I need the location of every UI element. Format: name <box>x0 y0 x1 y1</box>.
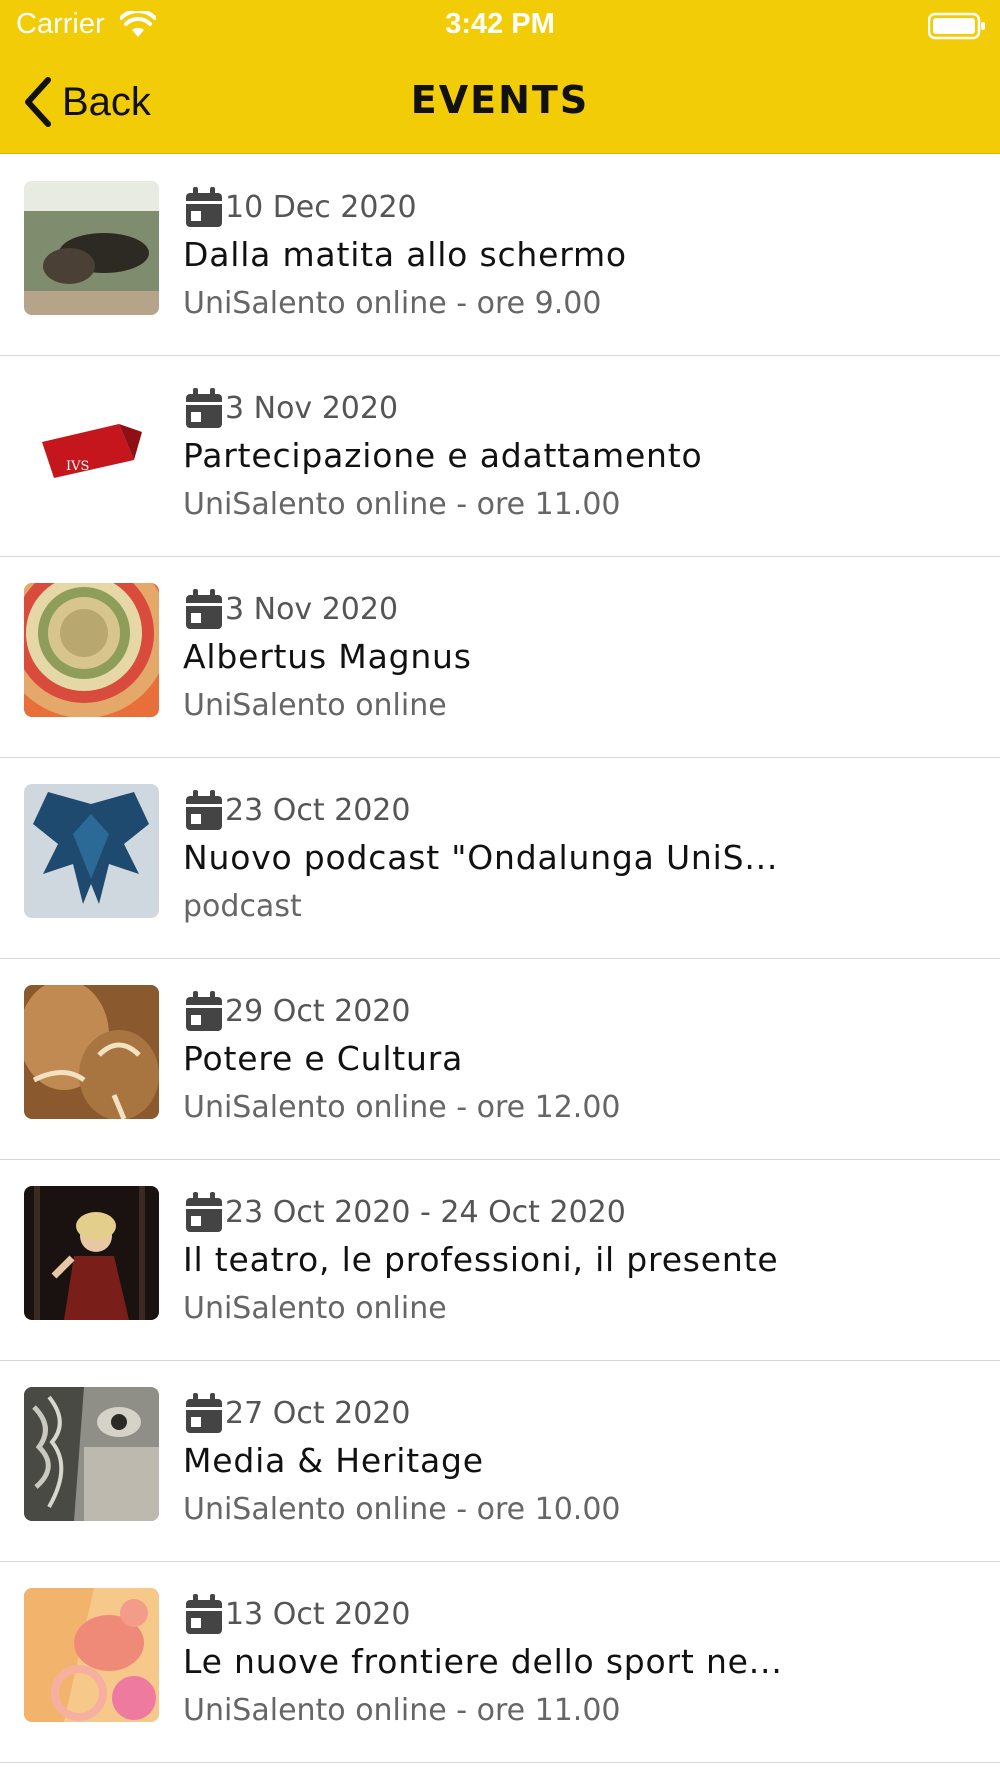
event-subtitle: UniSalento online - ore 11.00 <box>183 487 621 522</box>
event-thumbnail <box>24 1588 159 1722</box>
event-thumbnail <box>24 784 159 918</box>
event-subtitle: podcast <box>183 889 302 924</box>
calendar-icon <box>186 790 222 830</box>
calendar-icon <box>186 991 222 1031</box>
calendar-icon <box>186 1192 222 1232</box>
status-bar: Carrier 3:42 PM <box>0 0 1000 50</box>
event-date: 23 Oct 2020 - 24 Oct 2020 <box>225 1194 626 1230</box>
event-subtitle: UniSalento online - ore 12.00 <box>183 1090 621 1125</box>
event-date-line: 3 Nov 2020 <box>184 386 398 430</box>
calendar-icon <box>186 1594 222 1634</box>
event-subtitle: UniSalento online <box>183 1291 447 1326</box>
event-thumbnail <box>24 1387 159 1521</box>
event-thumbnail <box>24 583 159 717</box>
event-subtitle: UniSalento online - ore 9.00 <box>183 286 602 321</box>
event-thumbnail: IVS <box>24 382 159 516</box>
events-list: 10 Dec 2020 Dalla matita allo schermo Un… <box>0 155 1000 1763</box>
event-date: 23 Oct 2020 <box>225 792 411 828</box>
event-date: 3 Nov 2020 <box>225 390 399 426</box>
calendar-icon <box>186 388 222 428</box>
page-title: EVENTS <box>410 78 590 122</box>
event-row[interactable]: 23 Oct 2020 Nuovo podcast "Ondalunga Uni… <box>0 758 1000 959</box>
event-row[interactable]: 10 Dec 2020 Dalla matita allo schermo Un… <box>0 155 1000 356</box>
event-title: Nuovo podcast "Ondalunga UniS... <box>183 838 779 877</box>
navigation-header: Carrier 3:42 PM Back EVENTS <box>0 0 1000 154</box>
battery-icon <box>928 12 985 40</box>
event-title: Media & Heritage <box>183 1441 484 1480</box>
event-date: 27 Oct 2020 <box>225 1395 411 1431</box>
event-title: Partecipazione e adattamento <box>183 436 703 475</box>
event-date: 13 Oct 2020 <box>225 1596 411 1632</box>
event-row[interactable]: 13 Oct 2020 Le nuove frontiere dello spo… <box>0 1562 1000 1763</box>
event-date-line: 23 Oct 2020 <box>184 788 410 832</box>
event-date: 29 Oct 2020 <box>225 993 411 1029</box>
event-thumbnail <box>24 1186 159 1320</box>
event-title: Dalla matita allo schermo <box>183 235 627 274</box>
calendar-icon <box>186 589 222 629</box>
event-subtitle: UniSalento online - ore 10.00 <box>183 1492 621 1527</box>
event-subtitle: UniSalento online <box>183 688 447 723</box>
event-row[interactable]: 29 Oct 2020 Potere e Cultura UniSalento … <box>0 959 1000 1160</box>
event-title: Le nuove frontiere dello sport ne... <box>183 1642 783 1681</box>
calendar-icon <box>186 187 222 227</box>
calendar-icon <box>186 1393 222 1433</box>
event-date-line: 3 Nov 2020 <box>184 587 398 631</box>
event-date-line: 27 Oct 2020 <box>184 1391 410 1435</box>
event-date: 10 Dec 2020 <box>225 189 417 225</box>
event-thumbnail <box>24 181 159 315</box>
event-thumbnail <box>24 985 159 1119</box>
event-title: Il teatro, le professioni, il presente <box>183 1240 779 1279</box>
event-row[interactable]: IVS 3 Nov 2020 Partecipazione e adattame… <box>0 356 1000 557</box>
event-date-line: 13 Oct 2020 <box>184 1592 410 1636</box>
event-date-line: 10 Dec 2020 <box>184 185 417 229</box>
event-date-line: 23 Oct 2020 - 24 Oct 2020 <box>184 1190 626 1234</box>
event-row[interactable]: 3 Nov 2020 Albertus Magnus UniSalento on… <box>0 557 1000 758</box>
event-subtitle: UniSalento online - ore 11.00 <box>183 1693 621 1728</box>
event-row[interactable]: 23 Oct 2020 - 24 Oct 2020 Il teatro, le … <box>0 1160 1000 1361</box>
event-date-line: 29 Oct 2020 <box>184 989 410 1033</box>
status-time: 3:42 PM <box>445 8 555 40</box>
event-date: 3 Nov 2020 <box>225 591 399 627</box>
svg-text:IVS: IVS <box>66 459 89 474</box>
event-title: Albertus Magnus <box>183 637 472 676</box>
event-title: Potere e Cultura <box>183 1039 464 1078</box>
event-row[interactable]: 27 Oct 2020 Media & Heritage UniSalento … <box>0 1361 1000 1562</box>
